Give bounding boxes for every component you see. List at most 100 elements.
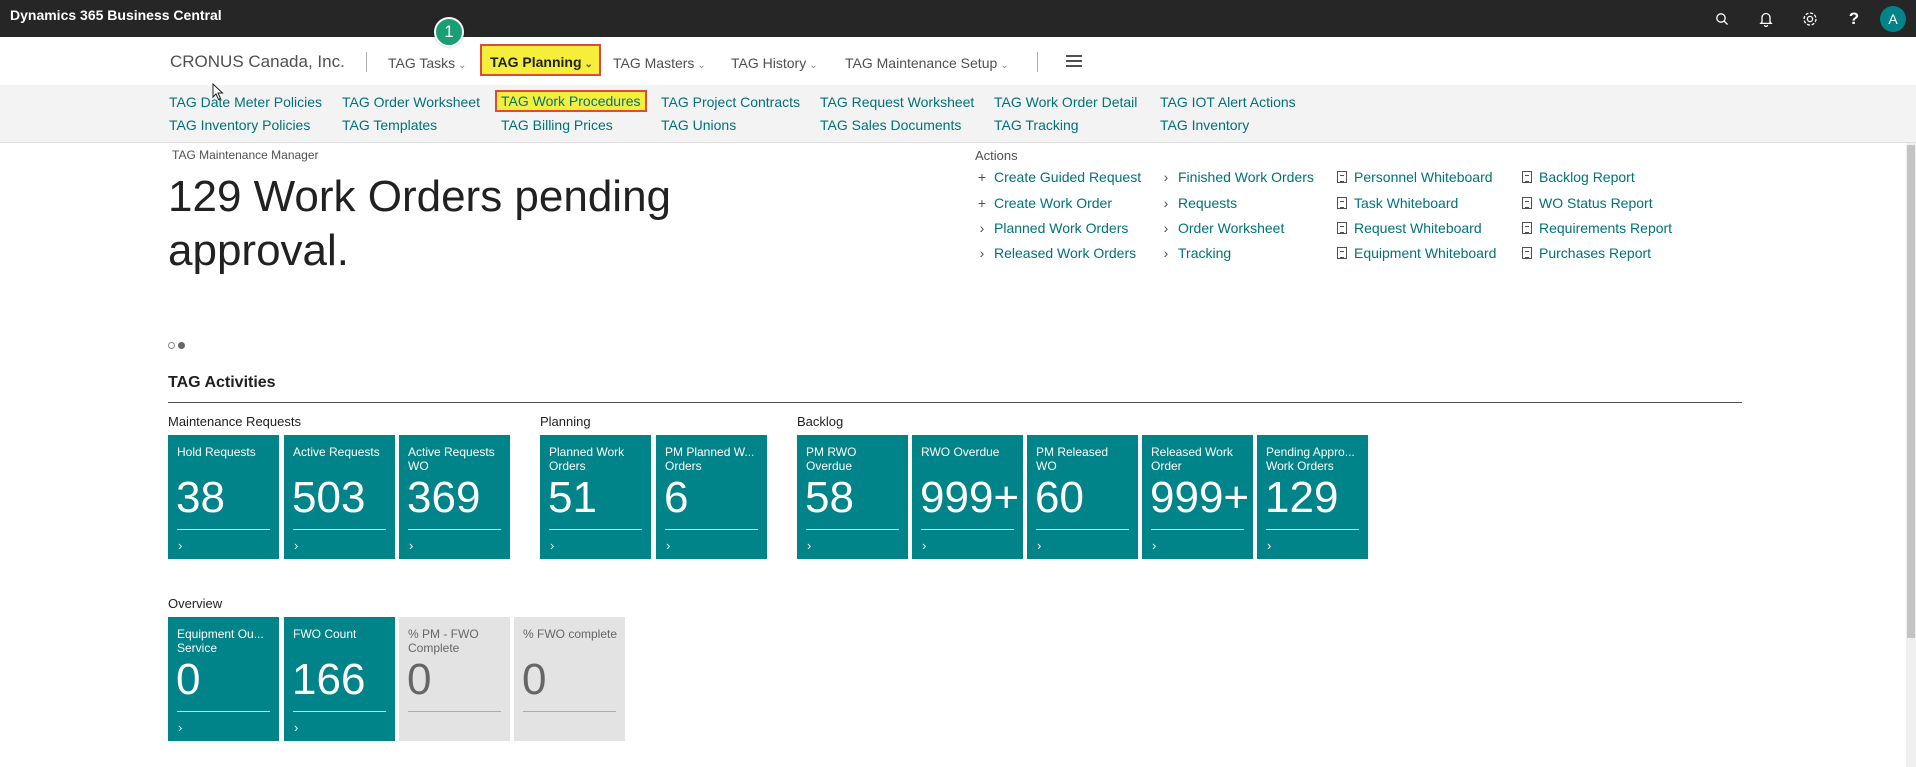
- gear-icon[interactable]: [1788, 0, 1832, 37]
- document-icon: [1522, 222, 1532, 234]
- nav-item-tag-planning[interactable]: TAG Planning ⌄: [480, 44, 601, 76]
- action-requests[interactable]: › Requests: [1159, 195, 1238, 211]
- chevron-right-icon: ›: [1152, 538, 1157, 553]
- chevron-right-icon: ›: [294, 720, 299, 735]
- cue-tile-active-requests-wo[interactable]: Active Requests WO 369 ›: [399, 435, 510, 559]
- action-released-work-orders[interactable]: › Released Work Orders: [975, 245, 1136, 261]
- chevron-right-icon: ›: [666, 538, 671, 553]
- action-task-whiteboard[interactable]: Task Whiteboard: [1337, 195, 1458, 211]
- cue-tile-pm-released-wo[interactable]: PM Released WO 60 ›: [1027, 435, 1138, 559]
- cue-tile-hold-requests[interactable]: Hold Requests 38 ›: [168, 435, 279, 559]
- tile-divider: [177, 711, 270, 712]
- tile-divider: [523, 711, 616, 712]
- chevron-right-icon: ›: [1267, 538, 1272, 553]
- tile-value: 0: [522, 655, 547, 704]
- cue-tile-active-requests[interactable]: Active Requests 503 ›: [284, 435, 395, 559]
- nav-item-tag-maintenance-setup[interactable]: TAG Maintenance Setup ⌄: [845, 55, 1009, 71]
- chevron-right-icon: ›: [1037, 538, 1042, 553]
- tile-label: % FWO complete: [523, 627, 618, 641]
- activities-title: TAG Activities: [168, 374, 276, 391]
- submenu-link[interactable]: TAG Order Worksheet: [342, 94, 480, 110]
- scrollbar-thumb[interactable]: [1907, 145, 1915, 638]
- pager-dot[interactable]: [168, 342, 175, 349]
- tile-label: Planned Work Orders: [549, 445, 625, 473]
- chevron-down-icon: ⌄: [458, 60, 467, 71]
- cue-tile-released-work-order[interactable]: Released Work Order 999+ ›: [1142, 435, 1253, 559]
- tile-divider: [177, 529, 270, 530]
- submenu-link[interactable]: TAG Templates: [342, 117, 437, 133]
- cue-tile-pending-approval-work-orders[interactable]: Pending Appro... Work Orders 129 ›: [1257, 435, 1368, 559]
- nav-item-tag-tasks[interactable]: TAG Tasks ⌄: [388, 55, 467, 71]
- nav-item-tag-history[interactable]: TAG History ⌄: [731, 55, 818, 71]
- headline[interactable]: 129 Work Orders pending approval.: [168, 170, 688, 278]
- submenu-link[interactable]: TAG Inventory Policies: [169, 117, 310, 133]
- cue-tile-pm-planned-work-orders[interactable]: PM Planned W... Orders 6 ›: [656, 435, 767, 559]
- tile-label: FWO Count: [293, 627, 357, 641]
- cue-tile-pm-rwo-overdue[interactable]: PM RWO Overdue 58 ›: [797, 435, 908, 559]
- tile-divider: [806, 529, 899, 530]
- nav-divider: [1037, 52, 1038, 72]
- submenu-link[interactable]: TAG Project Contracts: [661, 94, 800, 110]
- tile-value: 129: [1265, 473, 1339, 522]
- submenu-link[interactable]: TAG Request Worksheet: [820, 94, 974, 110]
- group-label-backlog: Backlog: [797, 414, 844, 429]
- action-label: Personnel Whiteboard: [1354, 169, 1493, 185]
- chevron-right-icon: ›: [1163, 245, 1169, 261]
- role-center-nav: CRONUS Canada, Inc. TAG Tasks ⌄ TAG Plann…: [0, 37, 1916, 85]
- cue-tile-fwo-count[interactable]: FWO Count 166 ›: [284, 617, 395, 741]
- action-backlog-report[interactable]: Backlog Report: [1522, 169, 1635, 185]
- submenu-link[interactable]: TAG IOT Alert Actions: [1160, 94, 1296, 110]
- chevron-right-icon: ›: [1163, 195, 1169, 211]
- nav-item-label: TAG Planning: [490, 54, 582, 70]
- cue-tile-fwo-complete[interactable]: % FWO complete 0: [514, 617, 625, 741]
- document-icon: [1337, 247, 1347, 259]
- action-order-worksheet[interactable]: › Order Worksheet: [1159, 220, 1285, 236]
- top-icons: ? A: [1700, 0, 1916, 37]
- help-icon[interactable]: ?: [1832, 0, 1876, 37]
- action-wo-status-report[interactable]: WO Status Report: [1522, 195, 1653, 211]
- action-equipment-whiteboard[interactable]: Equipment Whiteboard: [1337, 245, 1496, 261]
- action-create-guided-request[interactable]: + Create Guided Request: [975, 169, 1141, 185]
- submenu-link[interactable]: TAG Unions: [661, 117, 736, 133]
- action-create-work-order[interactable]: + Create Work Order: [975, 195, 1112, 211]
- action-request-whiteboard[interactable]: Request Whiteboard: [1337, 220, 1482, 236]
- pager-dot-active[interactable]: [178, 342, 185, 349]
- action-label: Tracking: [1178, 245, 1232, 261]
- nav-item-tag-masters[interactable]: TAG Masters ⌄: [613, 55, 706, 71]
- avatar[interactable]: A: [1880, 5, 1906, 32]
- submenu-link[interactable]: TAG Inventory: [1160, 117, 1249, 133]
- document-icon: [1337, 222, 1347, 234]
- tile-label: Hold Requests: [177, 445, 256, 459]
- action-planned-work-orders[interactable]: › Planned Work Orders: [975, 220, 1129, 236]
- action-label: Requests: [1178, 195, 1238, 211]
- submenu-link[interactable]: TAG Date Meter Policies: [169, 94, 322, 110]
- tile-value: 51: [548, 473, 597, 522]
- cue-tile-rwo-overdue[interactable]: RWO Overdue 999+ ›: [912, 435, 1023, 559]
- submenu-link[interactable]: TAG Sales Documents: [820, 117, 961, 133]
- cue-tile-pm-fwo-complete[interactable]: % PM - FWO Complete 0: [399, 617, 510, 741]
- submenu-link[interactable]: TAG Tracking: [994, 117, 1079, 133]
- submenu-link[interactable]: TAG Billing Prices: [501, 117, 613, 133]
- submenu-link-tag-work-procedures[interactable]: TAG Work Procedures: [495, 90, 647, 112]
- tile-value: 0: [407, 655, 432, 704]
- document-icon: [1522, 171, 1532, 183]
- search-icon[interactable]: [1700, 0, 1744, 37]
- hamburger-menu-icon[interactable]: [1066, 55, 1082, 70]
- company-name[interactable]: CRONUS Canada, Inc.: [170, 52, 345, 72]
- tile-label: % PM - FWO Complete: [408, 627, 479, 655]
- top-bar: Dynamics 365 Business Central ? A: [0, 0, 1916, 37]
- action-personnel-whiteboard[interactable]: Personnel Whiteboard: [1337, 169, 1493, 185]
- action-requirements-report[interactable]: Requirements Report: [1522, 220, 1672, 236]
- bell-icon[interactable]: [1744, 0, 1788, 37]
- tile-divider: [408, 711, 501, 712]
- cue-tile-planned-work-orders[interactable]: Planned Work Orders 51 ›: [540, 435, 651, 559]
- submenu-link[interactable]: TAG Work Order Detail: [994, 94, 1137, 110]
- action-finished-work-orders[interactable]: › Finished Work Orders: [1159, 169, 1314, 185]
- document-icon: [1337, 171, 1347, 183]
- action-tracking[interactable]: › Tracking: [1159, 245, 1232, 261]
- tile-divider: [1151, 529, 1244, 530]
- action-label: Backlog Report: [1539, 169, 1635, 185]
- cue-tile-equipment-out-of-service[interactable]: Equipment Ou... Service 0 ›: [168, 617, 279, 741]
- action-purchases-report[interactable]: Purchases Report: [1522, 245, 1651, 261]
- app-title[interactable]: Dynamics 365 Business Central: [10, 7, 222, 23]
